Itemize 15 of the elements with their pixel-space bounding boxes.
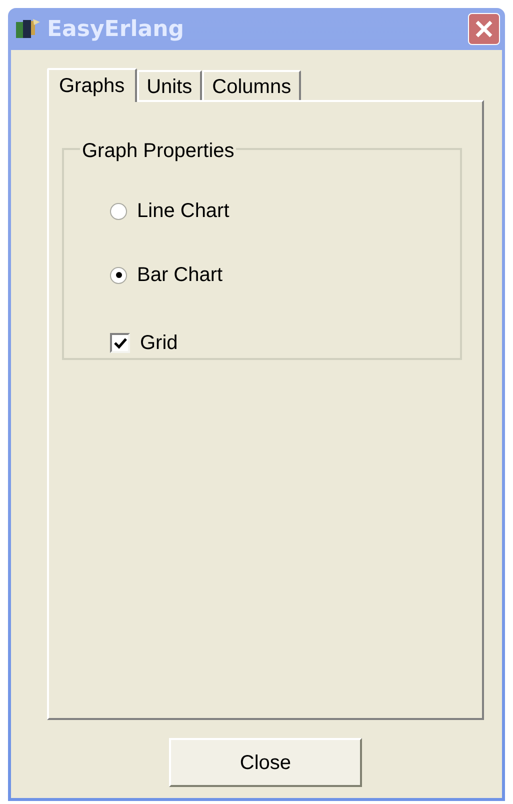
radio-button[interactable] <box>110 202 127 220</box>
tab[interactable]: Columns <box>202 70 302 100</box>
checkmark-icon <box>114 338 126 348</box>
radio-label: Line Chart <box>137 199 230 224</box>
checkbox-label: Grid <box>140 331 178 356</box>
window-title: EasyErlang <box>47 16 184 44</box>
dialog-button[interactable]: Close <box>169 738 362 787</box>
checkbox[interactable] <box>110 333 130 353</box>
close-button[interactable] <box>468 13 500 45</box>
radio-button[interactable] <box>110 266 127 284</box>
app-icon <box>15 17 41 41</box>
tab[interactable]: Graphs <box>47 68 137 102</box>
radio-label: Bar Chart <box>137 263 223 288</box>
close-icon <box>475 20 493 38</box>
tab[interactable]: Units <box>136 70 202 100</box>
